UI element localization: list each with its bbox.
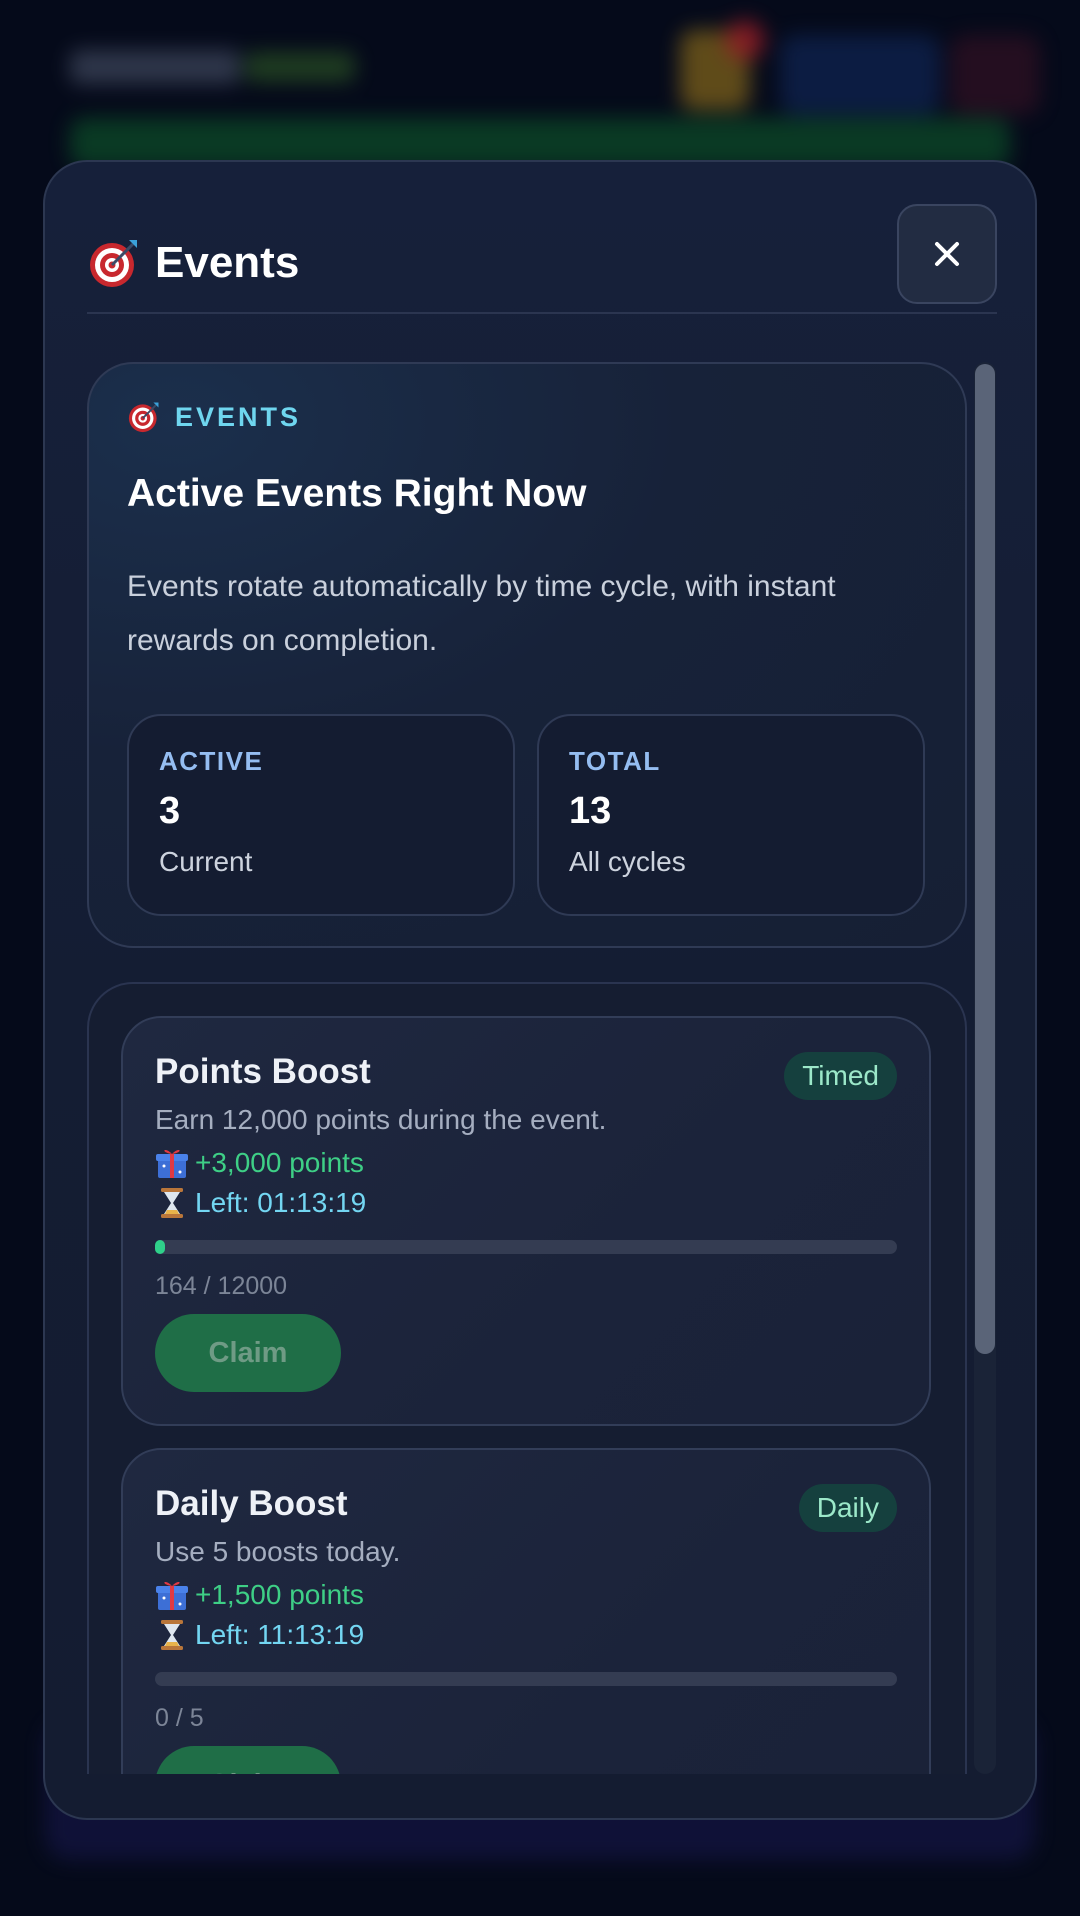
target-icon [87,236,141,290]
hero-kicker-text: EVENTS [175,401,302,432]
stat-label: ACTIVE [159,746,264,776]
claim-button[interactable]: Claim [155,1314,341,1392]
modal-title: Events [87,236,299,290]
close-icon [935,242,959,266]
stat-subtext: All cycles [569,846,686,877]
modal-header: Events [87,204,997,314]
target-icon [127,400,161,434]
scrollbar-thumb[interactable] [975,364,995,1354]
event-progress-bar [155,1240,897,1254]
background-action-button [780,35,940,115]
stat-value: 3 [159,790,181,832]
event-description: Earn 12,000 points during the event. [155,1104,607,1135]
event-time-left: Left: 01:13:19 [155,1186,366,1220]
event-reward-text: +1,500 points [195,1579,364,1610]
hero-description: Events rotate automatically by time cycl… [127,570,836,657]
stat-card-total: TOTAL 13 All cycles [537,714,925,916]
events-modal: Events EVENTS Active Events Right Now Ev… [43,160,1037,1820]
event-card-points-boost: Points Boost Timed Earn 12,000 points du… [121,1016,931,1426]
event-time-text: Left: 11:13:19 [195,1619,365,1650]
hero-title: Active Events Right Now [127,472,587,515]
event-reward: +1,500 points [155,1578,364,1612]
event-card-daily-boost: Daily Boost Daily Use 5 boosts today. +1… [121,1448,931,1774]
close-button[interactable] [897,204,997,304]
event-progress-bar [155,1672,897,1686]
event-progress-text: 0 / 5 [155,1704,204,1732]
event-type-badge: Timed [784,1052,897,1100]
event-name: Points Boost [155,1052,371,1091]
events-scroll-area[interactable]: EVENTS Active Events Right Now Events ro… [87,362,972,1774]
event-name: Daily Boost [155,1484,348,1523]
claim-button[interactable]: Claim [155,1746,341,1774]
event-reward: +3,000 points [155,1146,364,1180]
gift-icon [155,1146,189,1180]
events-hero-card: EVENTS Active Events Right Now Events ro… [87,362,967,948]
event-reward-text: +3,000 points [195,1147,364,1178]
events-list: Points Boost Timed Earn 12,000 points du… [87,982,967,1774]
hero-kicker: EVENTS [127,400,301,434]
event-progress-text: 164 / 12000 [155,1272,288,1300]
modal-title-text: Events [155,238,300,287]
stat-label: TOTAL [569,746,661,776]
stat-subtext: Current [159,846,253,877]
hourglass-icon [155,1618,189,1652]
event-progress-fill [155,1240,166,1254]
event-time-left: Left: 11:13:19 [155,1618,364,1652]
background-notification-badge [725,20,765,60]
hourglass-icon [155,1186,189,1220]
background-app-title [70,50,240,84]
background-secondary-button [950,35,1040,115]
event-time-text: Left: 01:13:19 [195,1187,367,1218]
background-topbar [70,20,1070,115]
event-type-badge: Daily [798,1484,897,1532]
event-description: Use 5 boosts today. [155,1536,401,1567]
gift-icon [155,1578,189,1612]
stat-value: 13 [569,790,612,832]
stat-card-active: ACTIVE 3 Current [127,714,515,916]
background-app-subtitle [245,52,355,82]
